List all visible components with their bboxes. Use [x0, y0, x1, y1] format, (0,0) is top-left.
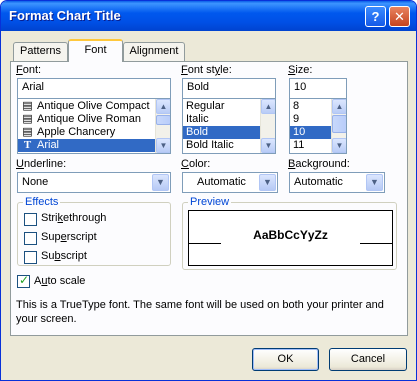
chevron-down-icon[interactable]: ▼: [366, 174, 383, 191]
preview-baseline-left: [189, 243, 221, 244]
scroll-down-icon[interactable]: ▼: [332, 138, 346, 153]
scroll-thumb[interactable]: [332, 115, 346, 133]
truetype-font-icon: T: [23, 139, 32, 151]
background-select[interactable]: Automatic ▼: [289, 172, 385, 193]
auto-scale-label[interactable]: Auto scale: [34, 275, 85, 287]
tab-font-label: Font: [84, 44, 107, 56]
scroll-thumb[interactable]: [156, 115, 170, 125]
cancel-button[interactable]: Cancel: [329, 348, 407, 371]
underline-value: None: [22, 176, 49, 188]
tab-font[interactable]: Font: [68, 39, 123, 62]
printer-font-icon: ▤: [22, 100, 33, 112]
font-listbox[interactable]: ▤ Antique Olive Compact ▤ Antique Olive Ro…: [17, 98, 171, 154]
list-item[interactable]: ▤ Apple Chancery: [18, 126, 170, 139]
font-input[interactable]: Arial: [17, 78, 171, 99]
font-style-input-value: Bold: [187, 81, 210, 93]
superscript-checkbox[interactable]: [24, 232, 37, 245]
list-item[interactable]: ▤ Antique Olive Compact: [18, 100, 170, 113]
window-title: Format Chart Title: [9, 8, 121, 23]
scroll-up-icon[interactable]: ▲: [261, 99, 275, 114]
chevron-down-icon[interactable]: ▼: [152, 174, 169, 191]
tab-patterns[interactable]: Patterns: [13, 42, 68, 61]
font-style-listbox[interactable]: Regular Italic Bold Bold Italic ▲ ▼: [182, 98, 276, 154]
subscript-label[interactable]: Subscript: [41, 250, 87, 262]
printer-font-icon: ▤: [22, 113, 33, 125]
font-style-label: Font style:: [181, 64, 232, 76]
size-scrollbar[interactable]: ▲ ▼: [331, 99, 346, 153]
preview-group: Preview AaBbCcYyZz: [182, 196, 397, 270]
list-item[interactable]: 10: [290, 126, 331, 139]
size-listbox[interactable]: 8 9 10 11 ▲ ▼: [289, 98, 347, 154]
size-input-value: 10: [294, 81, 307, 93]
close-icon: ✕: [394, 9, 405, 24]
list-item[interactable]: ▤ Antique Olive Roman: [18, 113, 170, 126]
size-label: Size:: [288, 64, 313, 76]
preview-box: AaBbCcYyZz: [188, 210, 393, 266]
scroll-down-icon[interactable]: ▼: [156, 138, 170, 153]
ok-label: OK: [277, 353, 294, 365]
underline-select[interactable]: None ▼: [17, 172, 171, 193]
help-button[interactable]: ?: [365, 6, 386, 27]
strikethrough-label[interactable]: Strikethrough: [41, 212, 106, 224]
font-label: Font:: [16, 64, 42, 76]
scroll-up-icon[interactable]: ▲: [332, 99, 346, 114]
background-value: Automatic: [294, 176, 343, 188]
color-select[interactable]: Automatic ▼: [182, 172, 278, 193]
ok-button[interactable]: OK: [252, 348, 319, 371]
font-style-input[interactable]: Bold: [182, 78, 276, 99]
color-label: Color:: [181, 158, 211, 170]
font-info-text: This is a TrueType font. The same font w…: [16, 299, 384, 325]
superscript-label[interactable]: Superscript: [41, 231, 97, 243]
scroll-down-icon[interactable]: ▼: [261, 138, 275, 153]
format-chart-title-dialog: Format Chart Title ? ✕ Patterns Font Ali…: [0, 0, 417, 381]
effects-group: Effects Strikethrough Superscript Subscr…: [17, 196, 171, 266]
preview-sample-text: AaBbCcYyZz: [253, 228, 328, 242]
title-bar[interactable]: Format Chart Title ? ✕: [1, 1, 416, 31]
font-input-value: Arial: [22, 81, 45, 93]
underline-label: Underline:: [16, 158, 67, 170]
list-item[interactable]: T Arial: [18, 139, 170, 152]
printer-font-icon: ▤: [22, 126, 33, 138]
scroll-up-icon[interactable]: ▲: [156, 99, 170, 114]
size-input[interactable]: 10: [289, 78, 347, 99]
auto-scale-checkbox[interactable]: [17, 273, 30, 288]
tab-alignment-label: Alignment: [129, 45, 179, 57]
tab-alignment[interactable]: Alignment: [123, 42, 185, 61]
subscript-checkbox[interactable]: [24, 251, 37, 264]
font-style-scrollbar[interactable]: ▲ ▼: [260, 99, 275, 153]
effects-title: Effects: [23, 196, 61, 208]
close-button[interactable]: ✕: [389, 6, 410, 27]
cancel-label: Cancel: [350, 353, 386, 365]
tab-patterns-label: Patterns: [20, 45, 61, 57]
strikethrough-checkbox[interactable]: [24, 213, 37, 226]
color-value: Automatic: [197, 176, 246, 188]
preview-baseline-right: [360, 243, 392, 244]
font-scrollbar[interactable]: ▲ ▼: [155, 99, 170, 153]
chevron-down-icon[interactable]: ▼: [259, 174, 276, 191]
preview-canvas: AaBbCcYyZz: [188, 210, 393, 266]
font-tab-panel: Font: Arial ▤ Antique Olive Compact ▤ Anti…: [10, 61, 408, 336]
help-icon: ?: [371, 9, 380, 24]
preview-title: Preview: [188, 196, 232, 208]
background-label: Background:: [288, 158, 350, 170]
